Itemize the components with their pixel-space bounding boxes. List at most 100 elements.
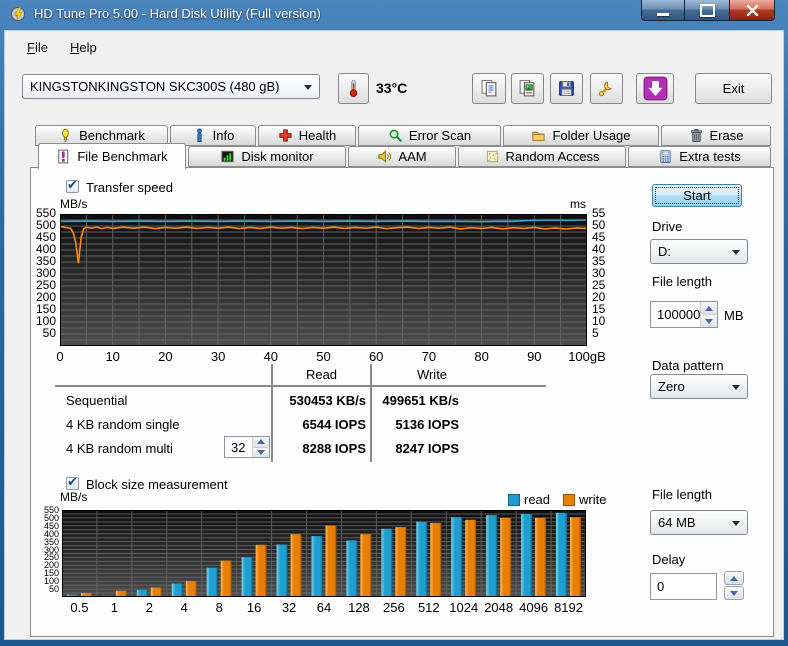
download-icon — [643, 76, 668, 101]
tab-label: Error Scan — [408, 128, 472, 143]
bar-read-8 — [206, 567, 218, 597]
drive-label: Drive — [652, 219, 683, 234]
spin-up-icon[interactable] — [253, 437, 269, 448]
tab-health[interactable]: Health — [258, 125, 356, 146]
minimize-button[interactable] — [641, 0, 685, 21]
bar-write-256 — [395, 527, 407, 597]
start-button[interactable]: Start — [652, 184, 742, 207]
x-axis-tick: 60 — [368, 349, 384, 364]
temperature-value: 33°C — [376, 80, 408, 96]
close-button[interactable] — [729, 0, 775, 21]
file-length-value: 100000 — [657, 307, 701, 322]
save-button[interactable] — [550, 73, 583, 104]
drive-selector[interactable]: KINGSTONKINGSTON SKC300S (480 gB) — [22, 74, 320, 99]
tab-aam[interactable]: AAM — [348, 146, 456, 167]
tab-folder-usage[interactable]: Folder Usage — [503, 125, 659, 146]
drive-select[interactable]: D: — [650, 239, 748, 264]
block-size-label: Block size measurement — [86, 477, 228, 492]
menu-help[interactable]: Help — [59, 36, 108, 59]
copy-text-button[interactable] — [472, 73, 506, 104]
transfer-speed-label: Transfer speed — [86, 180, 173, 195]
bar-write-8 — [220, 560, 232, 597]
menu-file[interactable]: File — [16, 36, 59, 59]
tab-label: Folder Usage — [552, 128, 631, 143]
block-file-length-label: File length — [652, 487, 712, 502]
spin-up-icon[interactable] — [724, 571, 744, 585]
start-button-label: Start — [683, 188, 711, 203]
health-icon — [278, 128, 293, 143]
bar-read-4096 — [521, 514, 533, 597]
spin-down-icon[interactable] — [253, 447, 269, 457]
transfer-speed-checkbox[interactable]: ✔ — [66, 177, 79, 193]
x-axis-tick: 30 — [210, 349, 226, 364]
data-pattern-select[interactable]: Zero — [650, 374, 748, 399]
temperature-button[interactable] — [338, 73, 369, 104]
row-label: 4 KB random single — [66, 417, 180, 432]
row-read-value: 530453 KB/s — [289, 393, 366, 408]
x-axis-category: 8192 — [554, 600, 583, 615]
tab-random-access[interactable]: Random Access — [458, 146, 626, 167]
bar-read-512 — [416, 521, 428, 597]
info-icon — [192, 128, 207, 143]
exit-button[interactable]: Exit — [695, 73, 772, 104]
bar-write-4096 — [535, 517, 547, 597]
folder-usage-icon — [531, 128, 546, 143]
thermometer-icon — [349, 80, 358, 97]
queue-depth-spinner[interactable]: 32 — [224, 436, 270, 458]
copy-image-button[interactable] — [511, 73, 544, 104]
bar-read-1024 — [451, 517, 463, 597]
options-button[interactable] — [590, 73, 623, 104]
row-read-value: 8288 IOPS — [302, 441, 366, 456]
drive-select-value: D: — [658, 244, 671, 259]
tab-disk-monitor[interactable]: Disk monitor — [188, 146, 346, 167]
aam-icon — [377, 149, 392, 164]
bar-write-4 — [185, 581, 197, 597]
delay-label: Delay — [652, 552, 686, 567]
spinner-buttons[interactable] — [252, 437, 269, 457]
tab-erase[interactable]: Erase — [661, 125, 771, 146]
data-pattern-label: Data pattern — [652, 358, 724, 373]
x-axis-tick: 10 — [105, 349, 120, 364]
tab-label: AAM — [398, 149, 427, 164]
bar-write-2048 — [500, 517, 512, 597]
file-length-input[interactable]: 100000 — [650, 301, 718, 328]
bar-write-64 — [325, 525, 337, 597]
tab-extra-tests[interactable]: Extra tests — [628, 146, 771, 167]
spin-down-icon[interactable] — [724, 586, 744, 600]
maximize-button[interactable] — [685, 0, 729, 21]
row-write-value: 499651 KB/s — [382, 393, 459, 408]
spinner-buttons[interactable] — [700, 302, 717, 327]
write-column-header: Write — [416, 367, 448, 382]
spin-down-icon[interactable] — [701, 315, 717, 327]
tab-error-scan[interactable]: Error Scan — [358, 125, 501, 146]
block-file-length-select[interactable]: 64 MB — [650, 510, 748, 535]
title-bar[interactable]: HD Tune Pro 5.00 - Hard Disk Utility (Fu… — [0, 0, 788, 30]
close-icon — [746, 4, 758, 16]
bar-read-4 — [171, 583, 183, 597]
x-axis-tick: 40 — [263, 349, 279, 364]
minimize-icon — [657, 12, 669, 16]
download-button[interactable] — [636, 73, 674, 104]
extra-tests-icon — [658, 149, 673, 164]
bar-read-256 — [381, 528, 393, 597]
x-axis-tick: 70 — [421, 349, 437, 364]
delay-spinner[interactable] — [724, 571, 744, 600]
benchmark-icon — [58, 128, 73, 143]
file-length-unit: MB — [724, 308, 744, 323]
row-write-value: 8247 IOPS — [395, 441, 459, 456]
read-column-header: Read — [305, 367, 338, 382]
bar-write-32 — [290, 534, 302, 597]
delay-input[interactable]: 0 — [650, 573, 717, 600]
tab-label: Random Access — [505, 149, 600, 164]
spin-up-icon[interactable] — [701, 302, 717, 315]
block-size-checkbox[interactable]: ✔ — [66, 474, 79, 490]
tab-file-benchmark[interactable]: File Benchmark — [38, 143, 186, 169]
copy-image-icon — [518, 79, 537, 98]
table-column-divider — [271, 364, 273, 462]
y-axis-title-2: MB/s — [60, 490, 88, 504]
menu-bar: File Help — [16, 36, 108, 59]
bar-read-8192 — [556, 512, 567, 597]
y-axis-tick: 50 — [42, 326, 56, 340]
delay-value: 0 — [657, 579, 665, 594]
row-write-value: 5136 IOPS — [395, 417, 459, 432]
